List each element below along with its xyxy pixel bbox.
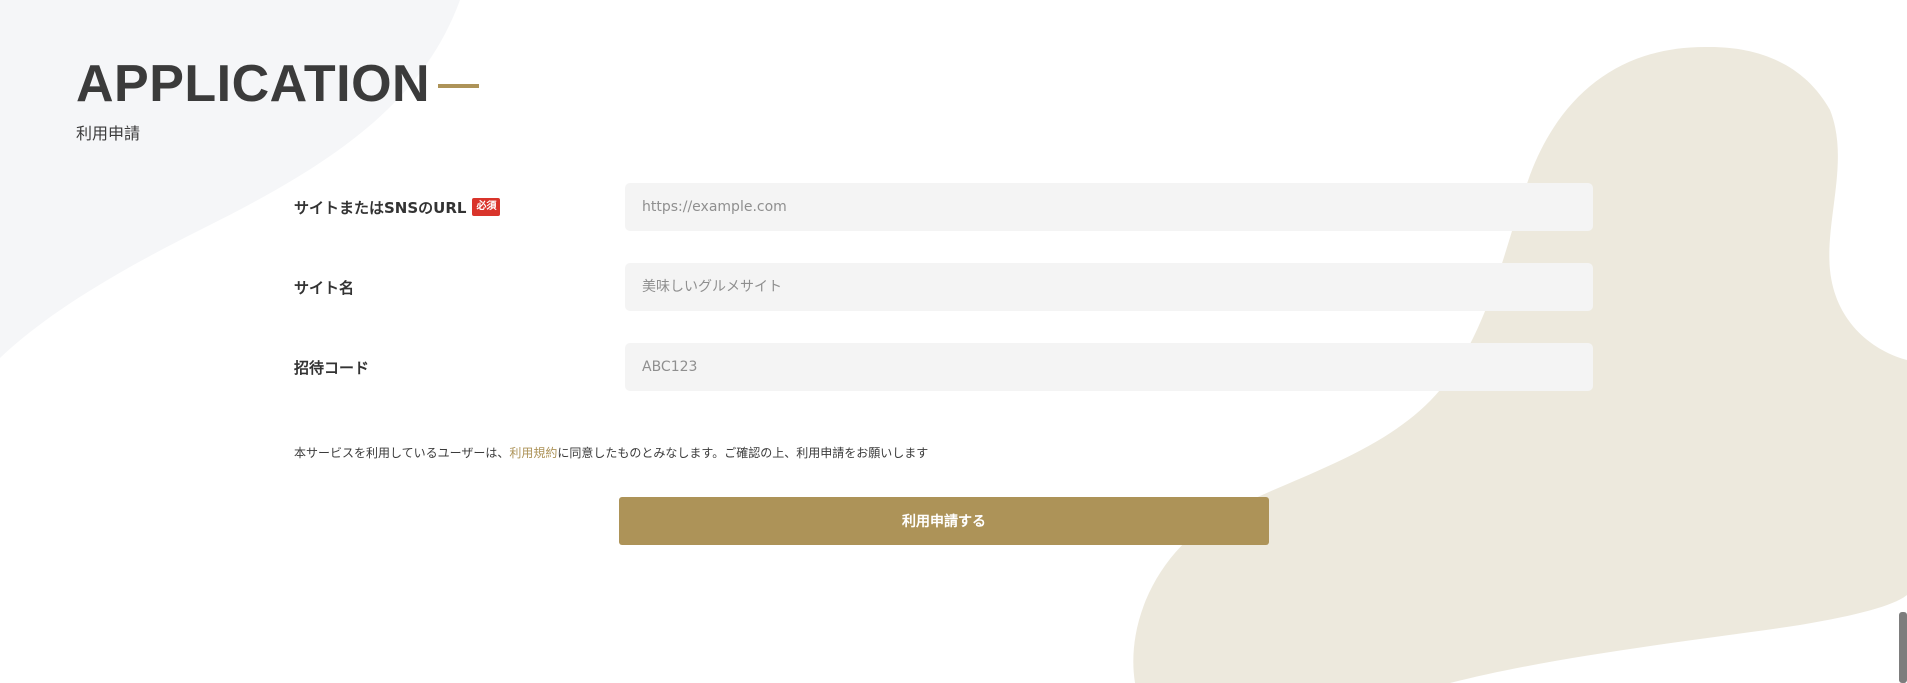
terms-text-before: 本サービスを利用しているユーザーは、 <box>294 446 510 460</box>
title-accent-line <box>438 84 480 88</box>
invite-code-label-text: 招待コード <box>294 358 370 377</box>
site-name-input[interactable] <box>625 263 1593 311</box>
url-label: サイトまたはSNSのURL 必須 <box>294 183 501 231</box>
page-title: APPLICATION <box>76 55 431 113</box>
section-heading: APPLICATION 利用申請 <box>76 52 480 144</box>
invite-code-row: 招待コード <box>294 343 1594 391</box>
url-input[interactable] <box>625 183 1593 231</box>
terms-notice: 本サービスを利用しているユーザーは、利用規約に同意したものとみなします。ご確認の… <box>294 444 928 461</box>
site-name-label: サイト名 <box>294 263 354 311</box>
required-badge: 必須 <box>472 198 501 216</box>
application-form: サイトまたはSNSのURL 必須 サイト名 招待コード <box>294 183 1594 423</box>
invite-code-input[interactable] <box>625 343 1593 391</box>
invite-code-label: 招待コード <box>294 343 369 391</box>
site-name-row: サイト名 <box>294 263 1594 311</box>
scrollbar-track[interactable] <box>1899 0 1907 683</box>
heading-title-row: APPLICATION <box>76 52 480 116</box>
page-subtitle: 利用申請 <box>76 124 141 143</box>
terms-link[interactable]: 利用規約 <box>509 446 557 460</box>
url-row: サイトまたはSNSのURL 必須 <box>294 183 1594 231</box>
site-name-label-text: サイト名 <box>294 278 355 297</box>
submit-application-button[interactable]: 利用申請する <box>619 497 1269 545</box>
terms-text-after: に同意したものとみなします。ご確認の上、利用申請をお願いします <box>557 446 929 460</box>
url-label-text: サイトまたはSNSのURL <box>294 198 467 217</box>
scrollbar-thumb[interactable] <box>1899 612 1907 683</box>
